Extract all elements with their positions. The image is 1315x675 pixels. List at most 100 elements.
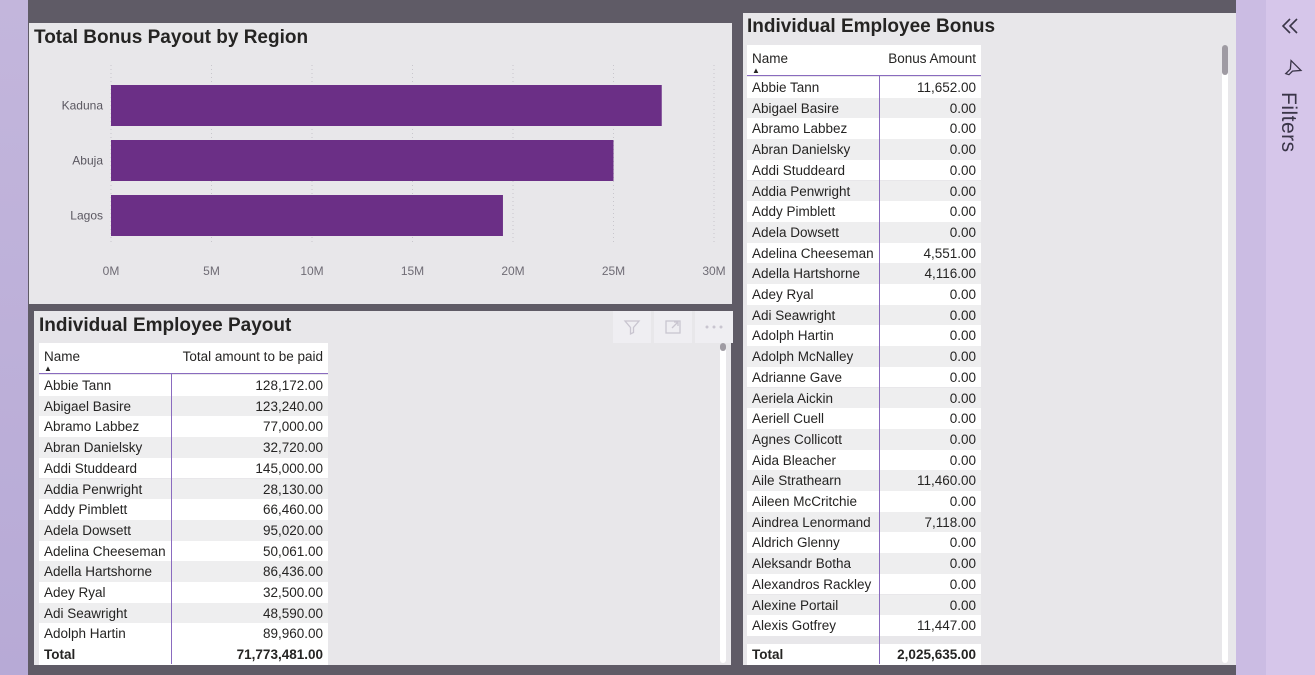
table-row[interactable]: Adey Ryal 32,500.00 bbox=[39, 582, 328, 603]
cell-amount: 89,960.00 bbox=[262, 626, 323, 642]
cell-amount: 50,061.00 bbox=[262, 543, 323, 559]
table-row[interactable]: Addia Penwright 28,130.00 bbox=[39, 478, 328, 500]
cell-amount: 0.00 bbox=[949, 349, 976, 365]
scrollbar-thumb[interactable] bbox=[1222, 45, 1228, 75]
sort-ascending-icon[interactable]: ▲ bbox=[44, 364, 52, 373]
table-row[interactable]: Abbie Tann 128,172.00 bbox=[39, 375, 328, 396]
sort-ascending-icon[interactable]: ▲ bbox=[752, 66, 760, 75]
table-row[interactable]: Adolph McNalley 0.00 bbox=[747, 346, 981, 367]
cell-amount: 0.00 bbox=[949, 597, 976, 613]
column-header-bonus-amount[interactable]: Bonus Amount bbox=[888, 51, 976, 66]
cell-name: Adela Dowsett bbox=[44, 522, 132, 538]
cell-name: Abran Danielsky bbox=[44, 440, 143, 456]
column-header-name[interactable]: Name bbox=[752, 51, 788, 66]
cell-name: Adolph McNalley bbox=[752, 349, 854, 365]
x-tick-label: 10M bbox=[300, 264, 323, 278]
scrollbar-thumb[interactable] bbox=[720, 343, 726, 351]
table-row[interactable]: Aindrea Lenormand 7,118.00 bbox=[747, 511, 981, 533]
cell-name: Addia Penwright bbox=[44, 481, 143, 497]
column-header-name[interactable]: Name bbox=[44, 349, 80, 364]
table-row[interactable]: Adi Seawright 48,590.00 bbox=[39, 602, 328, 624]
table-row[interactable]: Adelina Cheeseman 50,061.00 bbox=[39, 540, 328, 562]
table-row[interactable]: Abigael Basire 0.00 bbox=[747, 97, 981, 119]
focus-mode-icon[interactable] bbox=[654, 311, 692, 343]
table-row[interactable]: Adolph Hartin 0.00 bbox=[747, 325, 981, 347]
cell-name: Alexandros Rackley bbox=[752, 576, 872, 592]
bar-kaduna[interactable] bbox=[111, 85, 662, 126]
x-tick-label: 25M bbox=[602, 264, 625, 278]
table-row[interactable]: Adella Hartshorne 4,116.00 bbox=[747, 263, 981, 284]
cell-amount: 0.00 bbox=[949, 411, 976, 427]
cell-amount: 0.00 bbox=[949, 162, 976, 178]
cell-name: Aida Bleacher bbox=[752, 452, 837, 468]
table-row[interactable]: Addy Pimblett 0.00 bbox=[747, 201, 981, 222]
employee-payout-table-visual[interactable]: Individual Employee Payout Name Total am… bbox=[34, 311, 733, 665]
cell-amount: 28,130.00 bbox=[262, 481, 323, 497]
y-category-label: Lagos bbox=[70, 209, 103, 223]
table-row[interactable]: Abran Danielsky 32,720.00 bbox=[39, 437, 328, 458]
table-row[interactable]: Adi Seawright 0.00 bbox=[747, 304, 981, 326]
bar-lagos[interactable] bbox=[111, 195, 503, 236]
table-row[interactable]: Adela Dowsett 0.00 bbox=[747, 221, 981, 243]
cell-name: Alexine Portail bbox=[752, 597, 839, 613]
cell-name: Abbie Tann bbox=[44, 378, 112, 393]
table-row[interactable]: Abramo Labbez 77,000.00 bbox=[39, 416, 328, 438]
cell-name: Adelina Cheeseman bbox=[752, 245, 874, 261]
cell-amount: 123,240.00 bbox=[255, 398, 323, 414]
table-row[interactable]: Adrianne Gave 0.00 bbox=[747, 366, 981, 388]
cell-name: Aeriell Cuell bbox=[752, 411, 825, 427]
table-header: Name Total amount to be paid ▲ bbox=[39, 343, 328, 374]
double-chevron-left-icon[interactable] bbox=[1280, 16, 1300, 41]
table-row[interactable]: Agnes Collicott 0.00 bbox=[747, 428, 981, 450]
table-row[interactable]: Adey Ryal 0.00 bbox=[747, 284, 981, 305]
cell-amount: 66,460.00 bbox=[262, 502, 323, 518]
table-row[interactable]: Adela Dowsett 95,020.00 bbox=[39, 519, 328, 541]
table-row[interactable]: Aeriela Aickin 0.00 bbox=[747, 387, 981, 409]
table-row[interactable]: Adella Hartshorne 86,436.00 bbox=[39, 561, 328, 582]
table-row[interactable]: Alexine Portail 0.00 bbox=[747, 594, 981, 616]
cell-name: Adella Hartshorne bbox=[44, 564, 153, 580]
cell-amount: 77,000.00 bbox=[262, 419, 323, 435]
table-row[interactable]: Aleksandr Botha 0.00 bbox=[747, 553, 981, 574]
table-row[interactable]: Abran Danielsky 0.00 bbox=[747, 139, 981, 160]
employee-bonus-table-visual[interactable]: Individual Employee Bonus Name Bonus Amo… bbox=[743, 13, 1236, 665]
filters-pane-gutter bbox=[1236, 0, 1266, 675]
funnel-icon[interactable] bbox=[613, 311, 651, 343]
table-row[interactable]: Aida Bleacher 0.00 bbox=[747, 449, 981, 471]
cell-amount: 0.00 bbox=[949, 452, 976, 468]
table-row[interactable]: Addia Penwright 0.00 bbox=[747, 180, 981, 202]
bar-abuja[interactable] bbox=[111, 140, 614, 181]
cell-amount: 11,652.00 bbox=[916, 80, 976, 95]
y-category-label: Abuja bbox=[72, 154, 103, 168]
payout-scrollbar[interactable] bbox=[720, 343, 726, 663]
x-tick-label: 30M bbox=[702, 264, 725, 278]
table-row[interactable]: Alexis Gotfrey 11,447.00 bbox=[747, 615, 981, 636]
cell-amount: 0.00 bbox=[949, 100, 976, 116]
table-row[interactable]: Adelina Cheeseman 4,551.00 bbox=[747, 242, 981, 264]
table-row[interactable]: Addy Pimblett 66,460.00 bbox=[39, 499, 328, 520]
filters-label[interactable]: Filters bbox=[1276, 92, 1300, 153]
more-options-icon[interactable] bbox=[695, 311, 733, 343]
table-row[interactable]: Aileen McCritchie 0.00 bbox=[747, 491, 981, 512]
table-row[interactable]: Abbie Tann 11,652.00 bbox=[747, 77, 981, 98]
table-row[interactable]: Addi Studdeard 145,000.00 bbox=[39, 457, 328, 479]
cell-amount: 0.00 bbox=[949, 556, 976, 572]
table-row[interactable]: Abigael Basire 123,240.00 bbox=[39, 395, 328, 417]
bonus-by-region-chart[interactable]: Total Bonus Payout by Region 0M 5M 10M 15M 2… bbox=[29, 23, 732, 304]
cell-amount: 32,720.00 bbox=[262, 440, 323, 456]
table-row[interactable]: Alexandros Rackley 0.00 bbox=[747, 573, 981, 595]
total-label: Total bbox=[752, 647, 784, 662]
table-row[interactable]: Aeriell Cuell 0.00 bbox=[747, 408, 981, 429]
bonus-table: Name Bonus Amount ▲ Abbie Tann 11,652.00 A… bbox=[747, 45, 981, 665]
x-tick-label: 20M bbox=[501, 264, 524, 278]
table-row[interactable]: Addi Studdeard 0.00 bbox=[747, 159, 981, 181]
table-row[interactable]: Adolph Hartin 89,960.00 bbox=[39, 623, 328, 645]
x-tick-label: 0M bbox=[103, 264, 120, 278]
table-row[interactable]: Abramo Labbez 0.00 bbox=[747, 118, 981, 140]
table-row[interactable]: Aile Strathearn 11,460.00 bbox=[747, 470, 981, 491]
column-header-total-amount[interactable]: Total amount to be paid bbox=[183, 349, 323, 364]
cell-name: Adelina Cheeseman bbox=[44, 543, 166, 559]
bonus-scrollbar[interactable] bbox=[1222, 45, 1228, 663]
table-row[interactable]: Aldrich Glenny 0.00 bbox=[747, 532, 981, 554]
table-header: Name Bonus Amount ▲ bbox=[747, 45, 981, 76]
